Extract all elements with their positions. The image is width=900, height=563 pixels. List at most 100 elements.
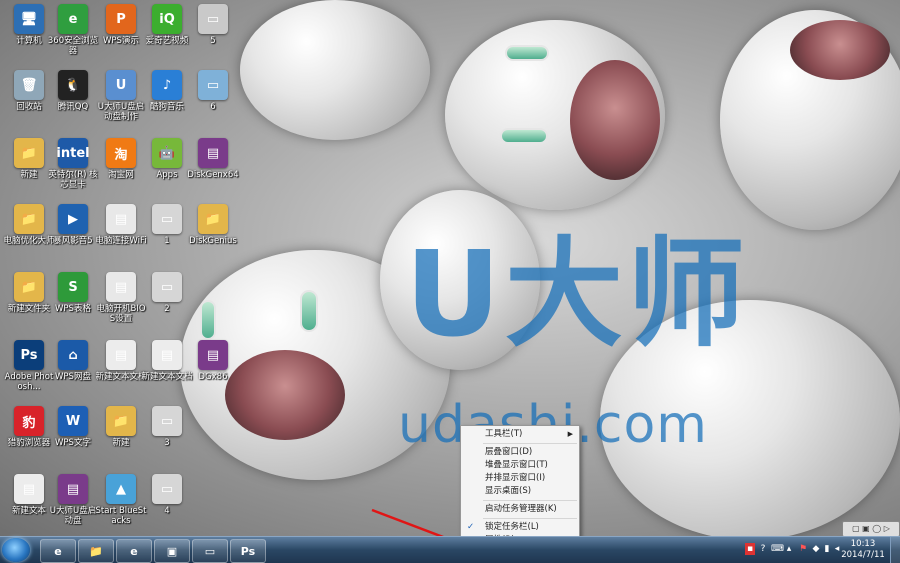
menu-separator [483,518,577,519]
desktop-icon[interactable]: ▤ DiskGenx64 [187,138,239,180]
desktop-icon[interactable]: 📁 DiskGenius [187,204,239,246]
taskbar-app-photoshop[interactable]: Ps [230,539,266,563]
check-icon: ✓ [467,522,475,532]
menu-item[interactable]: 工具栏(T) ▶ [461,428,579,441]
desktop-icon-image: ▤ [198,340,228,370]
menu-separator [483,500,577,501]
desktop-icon-image: ▲ [106,474,136,504]
desktop-icon[interactable]: ▭ 6 [187,70,239,112]
menu-item[interactable]: 启动任务管理器(K) [461,503,579,516]
show-desktop-button[interactable] [890,537,900,563]
input-icon[interactable]: ⌨ [771,543,784,555]
desktop-icon[interactable]: intel 英特尔(R) 核芯显卡 [47,138,99,190]
taskbar-app-ie[interactable]: e [40,539,76,563]
desktop-icon[interactable]: 淘淘宝网 [95,138,147,180]
menu-item[interactable]: 显示桌面(S) [461,485,579,498]
desktop-icon-label: 5 [210,36,216,46]
taskbar[interactable]: e 📁 e ▣ ▭ Ps ▪ ? ⌨ ▴ ⚑ ◆ ▮ ◂ 10:13 2014/7/11 [0,536,900,563]
desktop-icon-image: ▭ [152,406,182,436]
desktop-icon[interactable]: ▭ 1 [141,204,193,246]
desktop-icon-label: Start BlueStacks [95,506,147,526]
desktop-background[interactable]: U大师 udashi.com 🖥计算机e360安全浏览器PWPS演示iQ爱奇艺视… [0,0,900,536]
taskbar-app-360-browser[interactable]: e [116,539,152,563]
desktop-icon[interactable]: W WPS文字 [47,406,99,448]
desktop-icon[interactable]: ▤ 新建文本文档 [141,340,193,382]
desktop-icon-image: ▤ [14,474,44,504]
desktop-icon-label: 新建文本文档 [141,372,193,382]
desktop-icon-label: 2 [164,304,170,314]
desktop-icon-label: 360安全浏览器 [47,36,99,56]
desktop-icon[interactable]: 🐧 腾讯QQ [47,70,99,112]
desktop-icon-label: 淘宝网 [108,170,134,180]
desktop-icon-label: 腾讯QQ [57,102,89,112]
desktop-icon-image: ▤ [106,204,136,234]
desktop-icon-image: 📁 [14,138,44,168]
desktop-icon-label: WPS网盘 [55,372,91,382]
desktop-icon[interactable]: 🤖 Apps [141,138,193,180]
desktop-icon[interactable]: ♪ 酷狗音乐 [141,70,193,112]
taskbar-app-explorer[interactable]: 📁 [78,539,114,563]
desktop-icon[interactable]: ▤ 电脑连接WiFi [95,204,147,246]
desktop-icon[interactable]: ▤ DGx86 [187,340,239,382]
menu-item[interactable]: 层叠窗口(D) [461,446,579,459]
desktop-icon-label: 1 [164,236,170,246]
desktop-icon[interactable]: ▭ 2 [141,272,193,314]
desktop-icon[interactable]: ⌂ WPS网盘 [47,340,99,382]
desktop-icon[interactable]: ▲ Start BlueStacks [95,474,147,526]
tray-chevron-icon[interactable]: ▴ [784,543,794,555]
desktop-icon-image: 📁 [198,204,228,234]
desktop-icon-image: 🐧 [58,70,88,100]
app-tray-icon[interactable]: ◆ [811,543,821,555]
desktop-icon[interactable]: ▤ 电脑开机BIOS设置 [95,272,147,324]
desktop-icon-label: 新建 [112,438,130,448]
flag-icon[interactable]: ⚑ [798,543,808,555]
desktop-icon-image: ▭ [198,4,228,34]
desktop-icon-image: ▭ [152,474,182,504]
desktop-icon-label: DiskGenx64 [187,170,239,180]
start-button[interactable] [2,538,30,562]
desktop-icon-image: ▶ [58,204,88,234]
desktop-icon[interactable]: ▭ 3 [141,406,193,448]
desktop-icon[interactable]: S WPS表格 [47,272,99,314]
desktop-icon-image: e [58,4,88,34]
menu-item-label: 显示桌面(S) [485,486,532,496]
taskbar-app-window[interactable]: ▭ [192,539,228,563]
desktop-icon[interactable]: P WPS演示 [95,4,147,46]
desktop-icon[interactable]: e 360安全浏览器 [47,4,99,56]
desktop-icon[interactable]: U U大师U盘启动盘制作 [95,70,147,122]
desktop-icon-label: U大师U盘启动盘制作 [97,102,145,122]
desktop-icon-image: 豹 [14,406,44,436]
desktop-icon-label: 6 [210,102,216,112]
desktop-icon-image: S [58,272,88,302]
desktop-icon-label: Apps [156,170,178,180]
help-icon[interactable]: ? [758,543,768,555]
network-icon[interactable]: ▮ [822,543,832,555]
desktop-icon-label: WPS表格 [55,304,91,314]
desktop-icon[interactable]: 📁 新建 [95,406,147,448]
desktop-icon-image: ▭ [198,70,228,100]
menu-separator [483,443,577,444]
wallpaper-eye [200,300,216,340]
menu-item[interactable]: ✓ 锁定任务栏(L) [461,521,579,534]
menu-item-label: 堆叠显示窗口(T) [485,460,548,470]
menu-item[interactable]: 堆叠显示窗口(T) [461,459,579,472]
desktop-icon-image: P [106,4,136,34]
clock[interactable]: 10:13 2014/7/11 [840,539,886,561]
desktop-icon[interactable]: ▤ 新建文本文档 [95,340,147,382]
desktop-icon-image: Ps [14,340,44,370]
desktop-icon-image: ⌂ [58,340,88,370]
wallpaper-mouth [790,20,890,80]
gadget-widget[interactable]: ▢ ▣ ◯ ▷ [842,521,900,536]
desktop-icon[interactable]: ▤ U大师U盘启动盘 [47,474,99,526]
desktop-icon-label: 电脑开机BIOS设置 [96,304,146,324]
taskbar-app-monitor[interactable]: ▣ [154,539,190,563]
desktop-icon[interactable]: iQ 爱奇艺视频 [141,4,193,46]
desktop-icon-image: iQ [152,4,182,34]
ime-icon[interactable]: ▪ [745,543,755,555]
desktop-icon[interactable]: ▶ 暴风影音5 [47,204,99,246]
desktop-icon-image: W [58,406,88,436]
wallpaper-eye [505,45,549,61]
desktop-icon[interactable]: ▭ 4 [141,474,193,516]
desktop-icon[interactable]: ▭ 5 [187,4,239,46]
menu-item[interactable]: 并排显示窗口(I) [461,472,579,485]
